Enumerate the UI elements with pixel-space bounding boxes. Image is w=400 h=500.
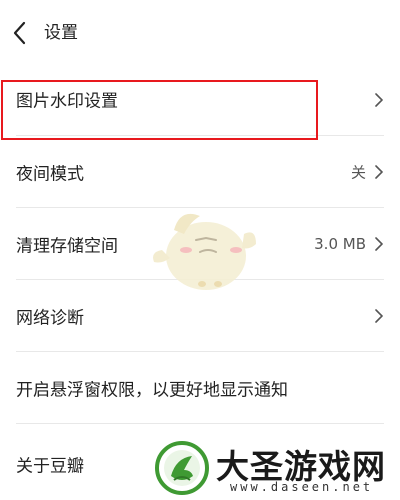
settings-row-night-mode[interactable]: 夜间模式 关 (0, 136, 400, 208)
chevron-left-icon[interactable] (10, 20, 32, 46)
chevron-right-icon (375, 93, 383, 107)
row-label: 清理存储空间 (16, 236, 118, 257)
chevron-right-icon (375, 309, 383, 323)
page-title: 设置 (44, 23, 78, 43)
app-header: 设置 (0, 0, 400, 64)
row-value: 3.0 MB (314, 235, 366, 253)
chevron-right-icon (375, 165, 383, 179)
watermark-url: www.daseen.net (230, 480, 374, 494)
row-label: 关于豆瓣 (16, 456, 84, 477)
watermark-logo-icon (155, 441, 209, 495)
row-label: 网络诊断 (16, 308, 84, 329)
row-value: 关 (350, 163, 366, 182)
chevron-right-icon (375, 237, 383, 251)
highlight-box (1, 80, 318, 140)
row-label: 开启悬浮窗权限，以更好地显示通知 (16, 380, 288, 401)
row-label: 夜间模式 (16, 164, 84, 185)
mascot-icon (153, 213, 256, 290)
settings-row-floating-window-permission[interactable]: 开启悬浮窗权限，以更好地显示通知 (0, 352, 400, 424)
site-watermark: 大圣游戏网 www.daseen.net (150, 436, 400, 500)
